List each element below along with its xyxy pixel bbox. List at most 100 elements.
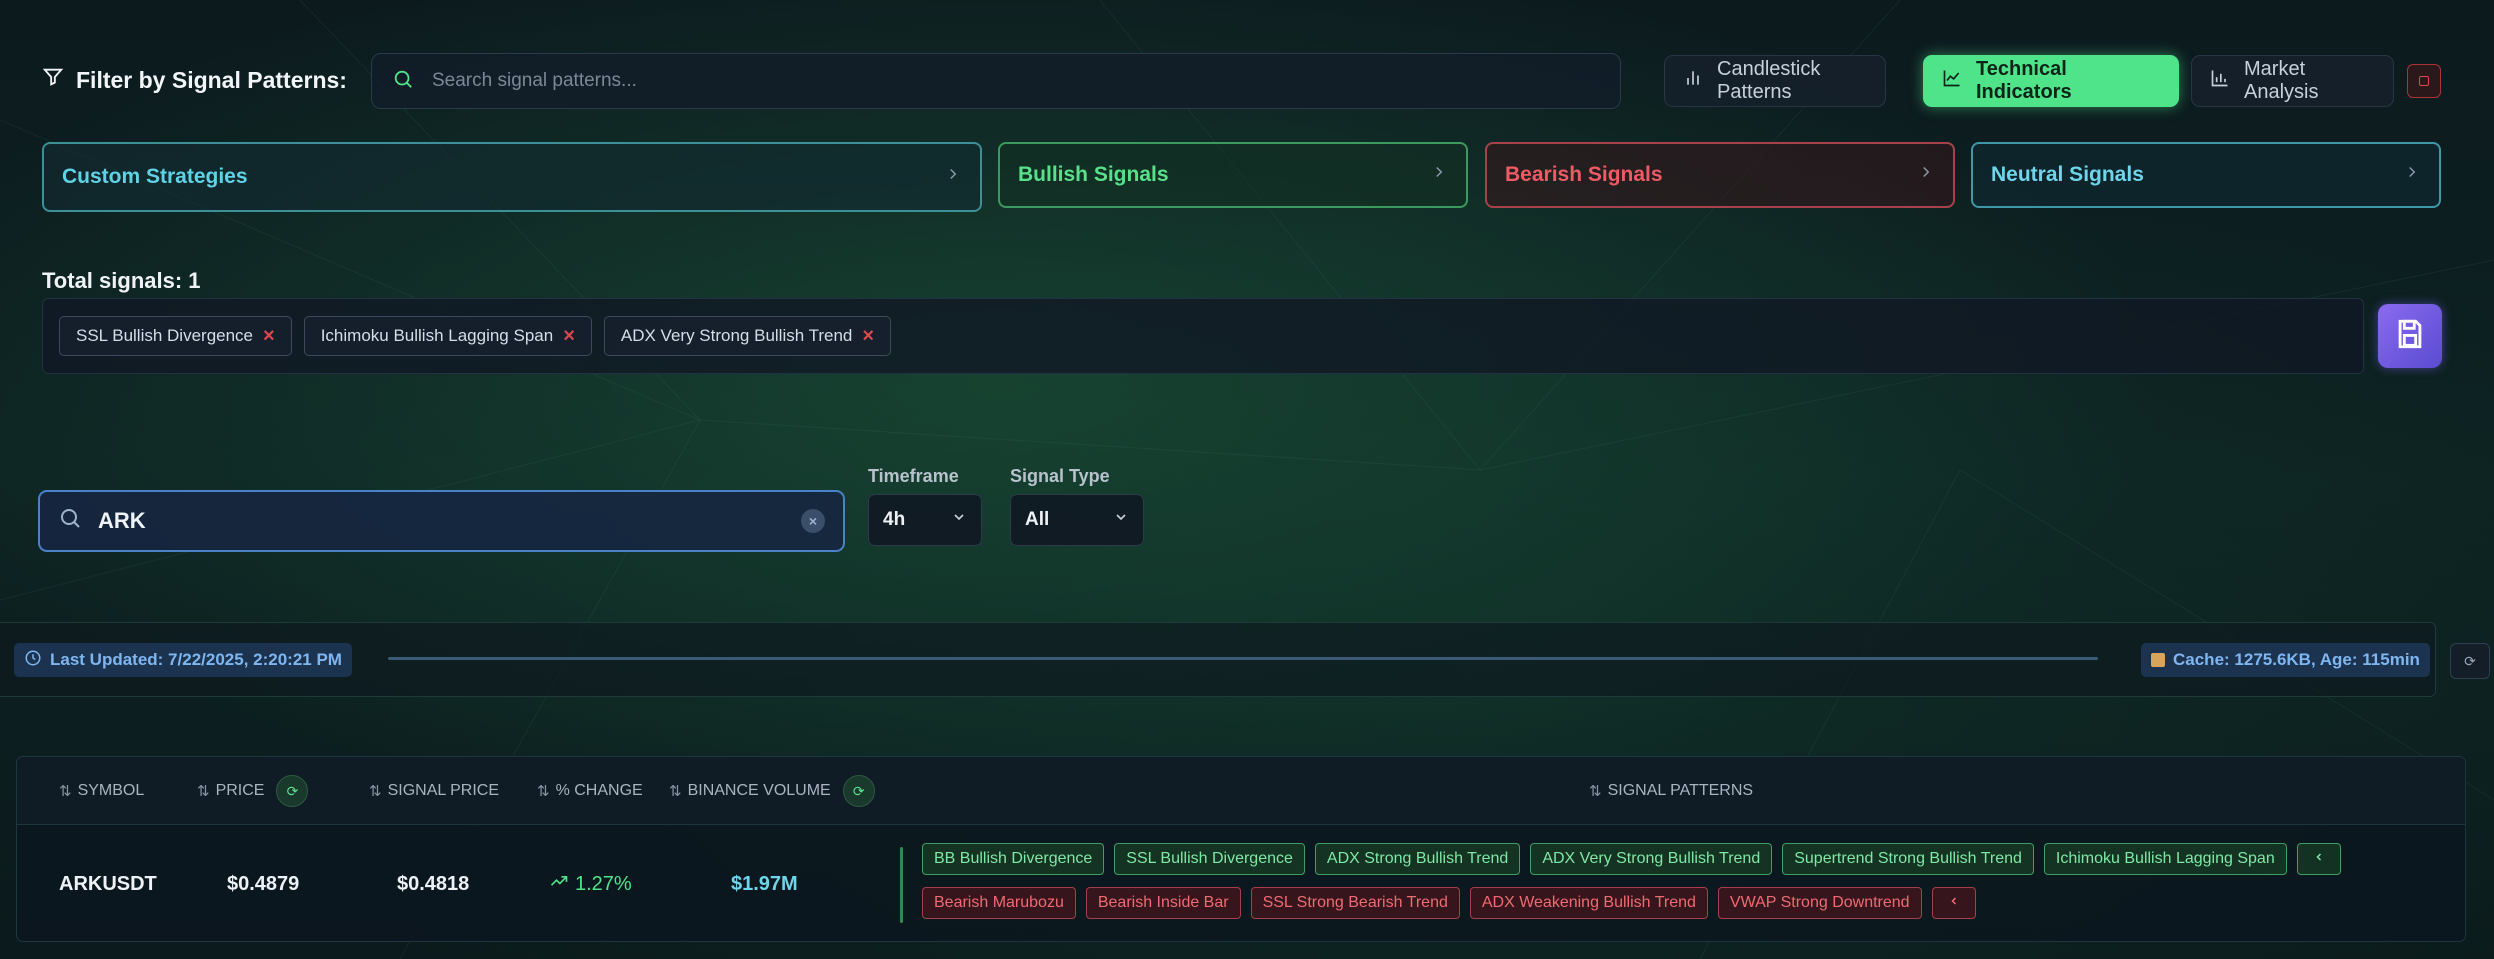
search-icon: [392, 68, 414, 95]
pattern-tag: VWAP Strong Downtrend: [1717, 887, 1922, 919]
header-label: PRICE: [215, 782, 265, 799]
collapse-bullish-button[interactable]: [2296, 843, 2341, 875]
header-label: SYMBOL: [77, 782, 145, 799]
column-change[interactable]: ⇅ % CHANGE: [537, 757, 643, 825]
header-label: SIGNAL PATTERNS: [1607, 782, 1754, 799]
sort-icon: ⇅: [369, 783, 382, 800]
clear-search-icon[interactable]: ×: [801, 509, 825, 533]
column-chart-icon: [2210, 68, 2230, 94]
tab-candlestick-patterns[interactable]: Candlestick Patterns: [1664, 55, 1886, 107]
header-label: BINANCE VOLUME: [687, 782, 831, 799]
column-price[interactable]: ⇅ PRICE ⟳: [197, 757, 309, 825]
cell-signal-patterns: BB Bullish Divergence SSL Bullish Diverg…: [922, 843, 2442, 919]
chevron-right-icon: [1917, 163, 1935, 187]
pattern-tag: Ichimoku Bullish Lagging Span: [2043, 843, 2287, 875]
trending-up-icon: [549, 871, 569, 897]
category-bearish-signals[interactable]: Bearish Signals: [1485, 142, 1955, 208]
selected-chip: SSL Bullish Divergence ×: [59, 316, 292, 356]
cell-price: $0.4879: [227, 872, 300, 895]
selected-signals-bar: SSL Bullish Divergence × Ichimoku Bullis…: [42, 298, 2364, 374]
pattern-tag: BB Bullish Divergence: [922, 843, 1105, 875]
timeframe-select[interactable]: 4h: [868, 494, 982, 546]
pattern-tag: SSL Strong Bearish Trend: [1250, 887, 1460, 919]
package-icon: [2151, 653, 2165, 667]
sort-icon: ⇅: [59, 783, 72, 800]
filter-header: Filter by Signal Patterns:: [42, 66, 347, 94]
sort-icon: ⇅: [1589, 783, 1602, 800]
table-header: ⇅ SYMBOL ⇅ PRICE ⟳ ⇅ SIGNAL PRICE ⇅% CHANGE …: [17, 757, 2465, 825]
chip-label: SSL Bullish Divergence: [76, 326, 254, 345]
tab-technical-indicators[interactable]: Technical Indicators: [1923, 55, 2179, 107]
signal-type-value: All: [1025, 509, 1050, 530]
timeframe-value: 4h: [883, 509, 906, 530]
pattern-tag: Bearish Inside Bar: [1085, 887, 1241, 919]
chevron-right-icon: [1430, 163, 1448, 187]
symbol-search-input[interactable]: ARK ×: [38, 490, 845, 552]
chip-label: Ichimoku Bullish Lagging Span: [320, 326, 554, 345]
cache-text: Cache: 1275.6KB, Age: 115min: [2173, 650, 2420, 669]
cell-change: 1.27%: [549, 825, 632, 941]
timeframe-label: Timeframe: [868, 466, 959, 486]
category-label: Bullish Signals: [1018, 163, 1169, 186]
cache-badge: Cache: 1275.6KB, Age: 115min: [2141, 643, 2430, 677]
chevron-right-icon: [2403, 163, 2421, 187]
remove-chip-icon[interactable]: ×: [862, 325, 874, 348]
pattern-tag: ADX Very Strong Bullish Trend: [1530, 843, 1773, 875]
signal-type-select[interactable]: All: [1010, 494, 1144, 546]
column-signal-patterns[interactable]: ⇅ SIGNAL PATTERNS: [1589, 757, 1753, 825]
stop-button[interactable]: [2407, 64, 2441, 98]
pattern-search-input[interactable]: Search signal patterns...: [371, 53, 1621, 109]
sort-icon: ⇅: [669, 783, 682, 800]
tab-label: Market Analysis: [2244, 58, 2319, 103]
remove-chip-icon[interactable]: ×: [263, 325, 275, 348]
category-neutral-signals[interactable]: Neutral Signals: [1971, 142, 2441, 208]
tab-label: Technical Indicators: [1976, 58, 2072, 103]
header-label: % CHANGE: [555, 782, 643, 799]
chevron-left-icon: [1948, 894, 1960, 912]
row-indicator: [900, 847, 903, 923]
selected-chip: Ichimoku Bullish Lagging Span ×: [303, 316, 592, 356]
refresh-price-icon[interactable]: ⟳: [276, 775, 309, 807]
bearish-patterns-row: Bearish Marubozu Bearish Inside Bar SSL …: [922, 887, 2442, 919]
pattern-tag: Supertrend Strong Bullish Trend: [1782, 843, 2034, 875]
category-custom-strategies[interactable]: Custom Strategies: [42, 142, 982, 212]
tab-market-analysis[interactable]: Market Analysis: [2191, 55, 2394, 107]
search-placeholder: Search signal patterns...: [432, 70, 637, 91]
refresh-progress-bar: [388, 657, 2098, 660]
save-strategy-button[interactable]: [2378, 304, 2442, 368]
category-label: Neutral Signals: [1991, 163, 2144, 186]
line-chart-icon: [1942, 68, 1962, 94]
bar-chart-icon: [1683, 68, 1703, 94]
search-icon: [58, 506, 82, 536]
tab-label: Candlestick Patterns: [1717, 58, 1821, 103]
refresh-volume-icon[interactable]: ⟳: [842, 775, 875, 807]
pattern-tag: SSL Bullish Divergence: [1114, 843, 1305, 875]
collapse-bearish-button[interactable]: [1931, 887, 1976, 919]
category-label: Bearish Signals: [1505, 163, 1663, 186]
remove-chip-icon[interactable]: ×: [563, 325, 575, 348]
save-icon: [2393, 317, 2427, 356]
cell-signal-price: $0.4818: [397, 872, 470, 895]
change-value: 1.27%: [575, 872, 632, 895]
filter-icon: [42, 66, 64, 94]
pattern-tag: ADX Weakening Bullish Trend: [1469, 887, 1708, 919]
cell-volume: $1.97M: [731, 872, 798, 895]
column-symbol[interactable]: ⇅ SYMBOL: [59, 757, 144, 825]
clock-icon: [24, 649, 42, 672]
filter-title: Filter by Signal Patterns:: [76, 66, 347, 93]
chevron-down-icon: [1113, 509, 1129, 531]
chevron-left-icon: [2313, 850, 2325, 868]
column-volume[interactable]: ⇅ BINANCE VOLUME ⟳: [669, 757, 875, 825]
column-signal-price[interactable]: ⇅ SIGNAL PRICE: [369, 757, 499, 825]
last-updated-badge: Last Updated: 7/22/2025, 2:20:21 PM: [14, 643, 352, 677]
total-signals: Total signals: 1: [42, 268, 201, 293]
chevron-down-icon: [951, 509, 967, 531]
cell-symbol[interactable]: ARKUSDT: [59, 825, 157, 941]
sort-icon: ⇅: [197, 783, 210, 800]
square-icon: [2419, 76, 2429, 86]
sort-icon: ⇅: [537, 783, 550, 800]
pattern-tag: ADX Strong Bullish Trend: [1314, 843, 1521, 875]
category-bullish-signals[interactable]: Bullish Signals: [998, 142, 1468, 208]
bullish-patterns-row: BB Bullish Divergence SSL Bullish Diverg…: [922, 843, 2442, 875]
refresh-button[interactable]: ⟳: [2450, 643, 2490, 679]
